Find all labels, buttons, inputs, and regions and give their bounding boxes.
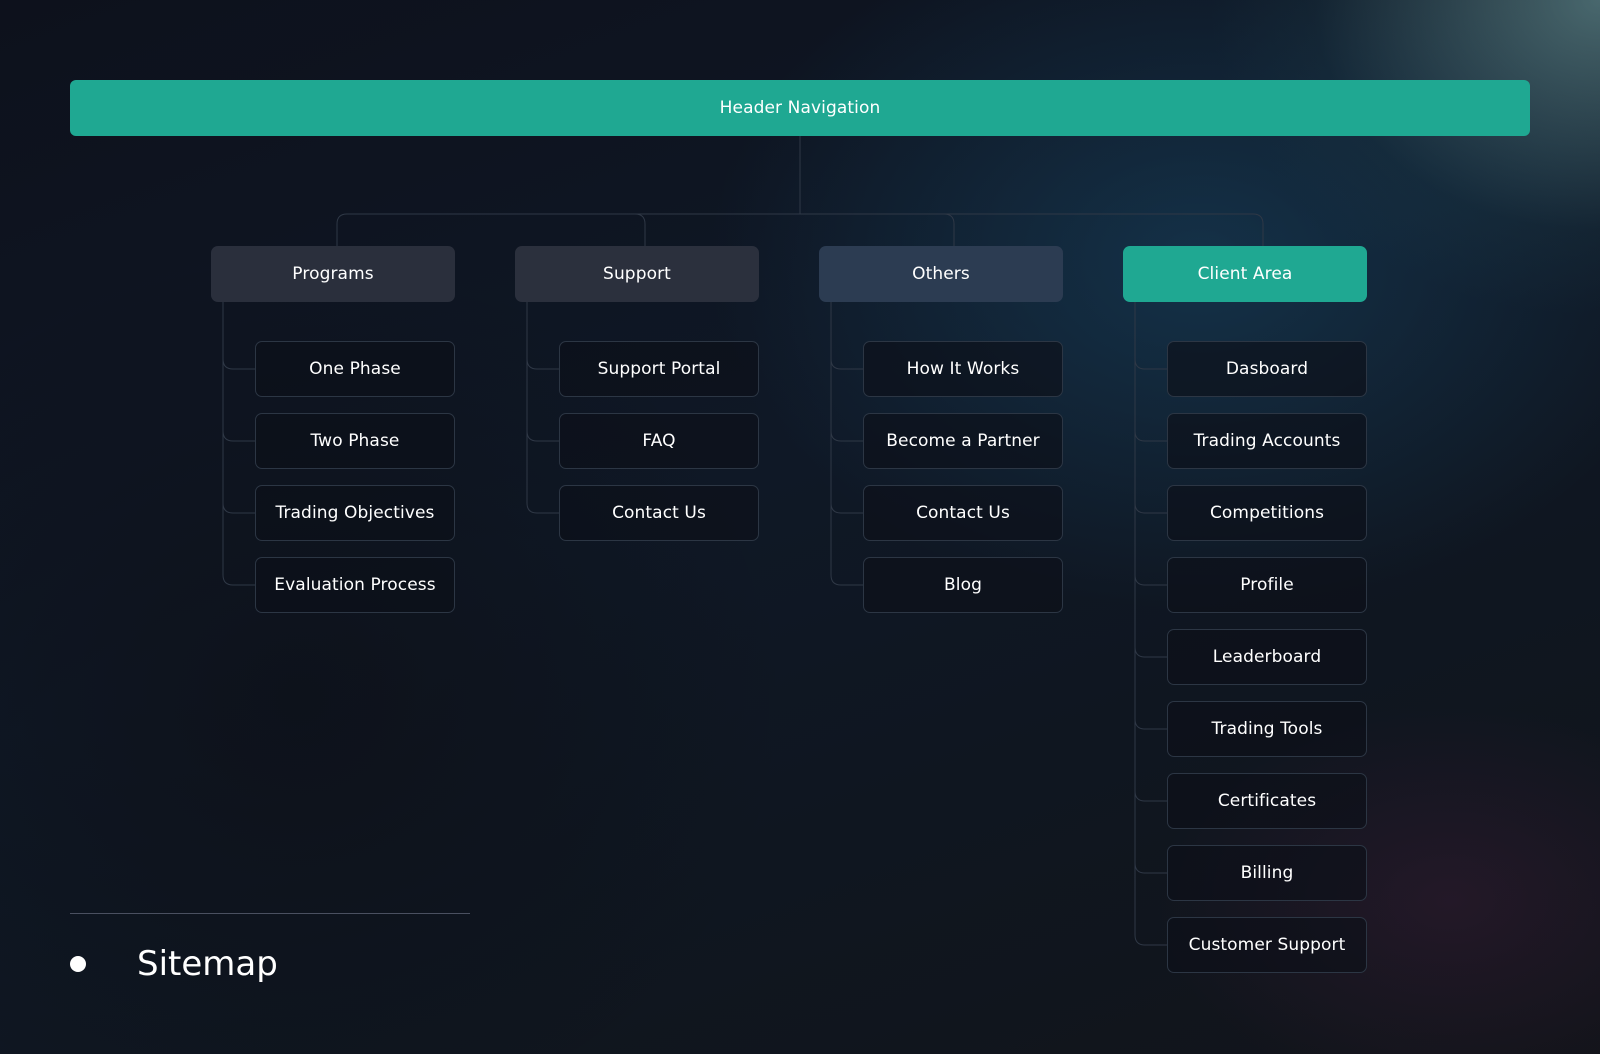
page-trading-objectives: Trading Objectives bbox=[255, 485, 455, 541]
header-navigation-node: Header Navigation bbox=[70, 80, 1530, 136]
connector-child-branch bbox=[1134, 574, 1167, 586]
page-trading-tools: Trading Tools bbox=[1167, 701, 1367, 757]
page-faq: FAQ bbox=[559, 413, 759, 469]
connector-drop bbox=[634, 213, 646, 246]
page-become-a-partner: Become a Partner bbox=[863, 413, 1063, 469]
connector-child-branch bbox=[526, 430, 559, 442]
sitemap-title: Sitemap bbox=[137, 944, 278, 984]
connector-child-branch bbox=[222, 430, 255, 442]
page-competitions: Competitions bbox=[1167, 485, 1367, 541]
category-others: Others bbox=[819, 246, 1063, 302]
connector-child-branch bbox=[1134, 862, 1167, 874]
connector-child-branch bbox=[526, 358, 559, 370]
page-leaderboard: Leaderboard bbox=[1167, 629, 1367, 685]
page-how-it-works: How It Works bbox=[863, 341, 1063, 397]
page-contact-us-support: Contact Us bbox=[559, 485, 759, 541]
connector-child-branch bbox=[1134, 934, 1167, 946]
connector-bus bbox=[336, 213, 1264, 246]
page-certificates: Certificates bbox=[1167, 773, 1367, 829]
page-customer-support: Customer Support bbox=[1167, 917, 1367, 973]
page-profile: Profile bbox=[1167, 557, 1367, 613]
page-support-portal: Support Portal bbox=[559, 341, 759, 397]
connector-child-branch bbox=[1134, 430, 1167, 442]
page-two-phase: Two Phase bbox=[255, 413, 455, 469]
connector-child-branch bbox=[222, 502, 255, 514]
bullet-dot-icon bbox=[70, 956, 86, 972]
connector-child-branch bbox=[1134, 646, 1167, 658]
page-trading-accounts: Trading Accounts bbox=[1167, 413, 1367, 469]
connector-child-branch bbox=[830, 430, 863, 442]
connector-child-branch bbox=[830, 574, 863, 586]
connector-child-branch bbox=[526, 502, 559, 514]
page-blog: Blog bbox=[863, 557, 1063, 613]
connector-child-branch bbox=[1134, 790, 1167, 802]
footer-divider bbox=[70, 913, 470, 914]
connector-drop bbox=[943, 213, 955, 246]
connector-child-branch bbox=[1134, 718, 1167, 730]
connector-child-branch bbox=[830, 358, 863, 370]
page-dashboard: Dasboard bbox=[1167, 341, 1367, 397]
page-evaluation-process: Evaluation Process bbox=[255, 557, 455, 613]
page-contact-us-others: Contact Us bbox=[863, 485, 1063, 541]
category-support: Support bbox=[515, 246, 759, 302]
category-client-area: Client Area bbox=[1123, 246, 1367, 302]
page-one-phase: One Phase bbox=[255, 341, 455, 397]
connector-child-branch bbox=[830, 502, 863, 514]
connector-child-branch bbox=[1134, 502, 1167, 514]
connector-child-branch bbox=[222, 574, 255, 586]
page-billing: Billing bbox=[1167, 845, 1367, 901]
connector-child-branch bbox=[1134, 358, 1167, 370]
category-programs: Programs bbox=[211, 246, 455, 302]
connector-child-branch bbox=[222, 358, 255, 370]
